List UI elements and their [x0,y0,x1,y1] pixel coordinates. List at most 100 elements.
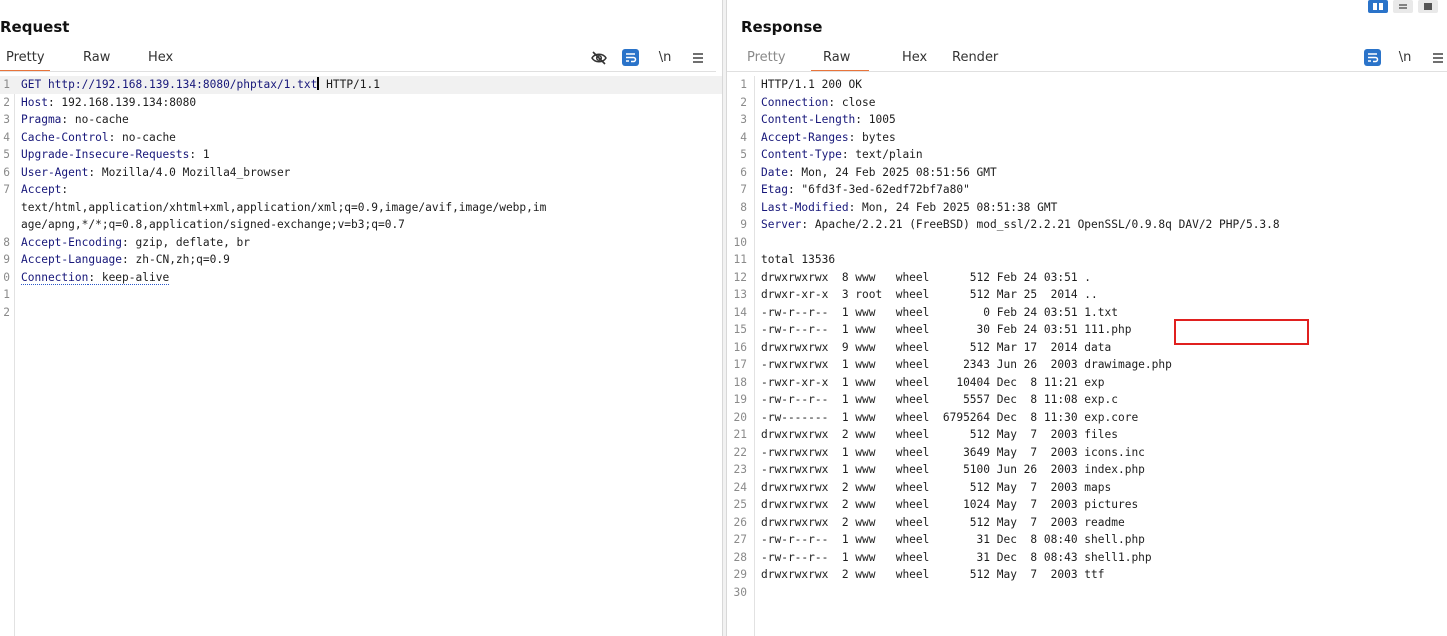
line-number: 8 [740,200,747,214]
header-value: HTTP/1.1 200 OK [761,78,863,91]
tab-pretty[interactable]: Pretty [0,48,50,72]
line-number: 17 [733,358,747,371]
tab-hex[interactable]: Hex [148,48,173,70]
wrap-lines-icon[interactable] [1364,49,1382,67]
tab-pretty[interactable]: Pretty [747,48,786,70]
line-text: -rwxrwxrwx 1 www wheel 5100 Jun 26 2003 … [761,461,1145,479]
tab-raw[interactable]: Raw [83,48,110,70]
line-number: 3 [740,113,747,126]
line-number: 1 [3,288,10,301]
line-text: -rwxr-xr-x 1 www wheel 10404 Dec 8 11:21… [761,374,1105,392]
line-number: 10 [733,235,747,249]
header-value: : text/plain [841,148,923,161]
header-value: -rw-r--r-- 1 www wheel 0 Feb 24 03:51 1.… [761,305,1118,319]
line-number: 11 [733,253,747,266]
line-number: 26 [733,515,747,529]
line-text: drwxrwxrwx 2 www wheel 512 May 7 2003 re… [761,514,1125,532]
response-title: Response [741,18,823,36]
line-number: 20 [733,410,747,424]
line-text: drwxrwxrwx 2 www wheel 512 May 7 2003 ma… [761,479,1111,497]
code-line: 9 Server: Apache/2.2.21 (FreeBSD) mod_ssl… [727,216,1447,234]
split-horizontal-icon[interactable] [1393,0,1413,13]
line-text: Content-Length: 1005 [761,111,896,129]
line-number: 7 [740,183,747,196]
header-key: Connection [761,95,829,109]
header-key: Cache-Control [21,130,109,144]
line-number: 23 [733,463,747,476]
line-text: total 13536 [761,251,835,269]
line-text: -rwxrwxrwx 1 www wheel 3649 May 7 2003 i… [761,444,1145,462]
line-text: Content-Type: text/plain [761,146,923,164]
header-value: : bytes [848,130,896,144]
single-pane-icon[interactable] [1418,0,1438,13]
header-value: -rwxrwxrwx 1 www wheel 3649 May 7 2003 i… [761,445,1145,459]
header-value: drwxr-xr-x 3 root wheel 512 Mar 25 2014 … [761,288,1098,301]
listing-row: 17 -rwxrwxrwx 1 www wheel 2343 Jun 26 200… [727,356,1447,374]
line-text: User-Agent: Mozilla/4.0 Mozilla4_browser [21,164,290,182]
hamburger-icon[interactable] [690,49,706,67]
header-key: Accept-Encoding [21,235,123,249]
code-line: 2 Host: 192.168.139.134:8080 [0,94,722,112]
line-text: drwxrwxrwx 8 www wheel 512 Feb 24 03:51 … [761,269,1091,287]
code-line: 4 Cache-Control: no-cache [0,129,722,147]
line-text: Upgrade-Insecure-Requests: 1 [21,146,210,164]
status-line: 1 HTTP/1.1 200 OK [727,76,1447,94]
line-text: Connection: keep-alive [21,269,170,287]
line-number: 8 [3,235,10,249]
split-vertical-icon[interactable] [1368,0,1388,13]
line-number: 5 [740,148,747,161]
header-key: Content-Length [761,113,856,126]
listing-row: 26 drwxrwxrwx 2 www wheel 512 May 7 2003 … [727,514,1447,532]
newline-toggle[interactable]: \n [1396,49,1414,67]
line-number: 5 [3,148,10,161]
request-editor[interactable]: 1 GET http://192.168.139.134:8080/phptax/… [0,76,722,636]
line-text: Server: Apache/2.2.21 (FreeBSD) mod_ssl/… [761,216,1280,234]
tab-hex[interactable]: Hex [902,48,927,70]
header-value: -rwxr-xr-x 1 www wheel 10404 Dec 8 11:21… [761,375,1105,389]
newline-toggle[interactable]: \n [656,49,674,67]
code-line: 8 Accept-Encoding: gzip, deflate, br [0,234,722,252]
line-number: 25 [733,498,747,511]
header-value: : 192.168.139.134:8080 [47,95,197,109]
listing-row: 15 -rw-r--r-- 1 www wheel 30 Feb 24 03:51… [727,321,1447,339]
tab-raw[interactable]: Raw [811,48,869,72]
header-value: drwxrwxrwx 8 www wheel 512 Feb 24 03:51 … [761,270,1092,284]
header-value: drwxrwxrwx 2 www wheel 512 May 7 2003 fi… [761,428,1118,441]
hamburger-icon[interactable] [1430,49,1446,67]
line-number: 1 [3,78,10,91]
eye-slash-icon[interactable] [590,49,608,67]
listing-row: 16 drwxrwxrwx 9 www wheel 512 Mar 17 2014… [727,339,1447,357]
code-line: 7 Accept: [0,181,722,199]
request-title: Request [0,18,70,36]
code-line: text/html,application/xhtml+xml,applicat… [0,199,722,217]
line-text: Date: Mon, 24 Feb 2025 08:51:56 GMT [761,164,997,182]
line-text: age/apng,*/*;q=0.8,application/signed-ex… [21,216,405,234]
header-value: -rwxrwxrwx 1 www wheel 5100 Jun 26 2003 … [761,463,1145,476]
line-number: 9 [3,253,10,266]
line-text: Host: 192.168.139.134:8080 [21,94,196,112]
header-value: : zh-CN,zh;q=0.9 [122,253,230,266]
header-value: -rw-r--r-- 1 www wheel 5557 Dec 8 11:08 … [761,393,1118,406]
listing-row: 12 drwxrwxrwx 8 www wheel 512 Feb 24 03:5… [727,269,1447,287]
line-number: 1 [740,78,747,91]
header-key: User-Agent [21,165,89,179]
header-value: : keep-alive [88,270,170,285]
code-line: 2 [0,304,722,322]
header-key: Accept-Language [21,253,123,266]
line-number: 3 [3,113,10,126]
code-line: 4 Accept-Ranges: bytes [727,129,1447,147]
response-editor[interactable]: 1 HTTP/1.1 200 OK 2 Connection: close 3 Conte… [727,76,1447,636]
line-number: 21 [733,428,747,441]
tab-render[interactable]: Render [952,48,998,70]
line-text: Accept-Ranges: bytes [761,129,896,147]
line-text: text/html,application/xhtml+xml,applicat… [21,199,546,217]
listing-row: 18 -rwxr-xr-x 1 www wheel 10404 Dec 8 11:… [727,374,1447,392]
wrap-lines-icon[interactable] [622,49,640,67]
line-text: Pragma: no-cache [21,111,129,129]
code-line: 3 Pragma: no-cache [0,111,722,129]
listing-row: 28 -rw-r--r-- 1 www wheel 31 Dec 8 08:43 … [727,549,1447,567]
line-number: 29 [733,568,747,581]
code-line: 5 Upgrade-Insecure-Requests: 1 [0,146,722,164]
header-value: : Mozilla/4.0 Mozilla4_browser [88,165,291,179]
tab-underline [727,71,1447,72]
